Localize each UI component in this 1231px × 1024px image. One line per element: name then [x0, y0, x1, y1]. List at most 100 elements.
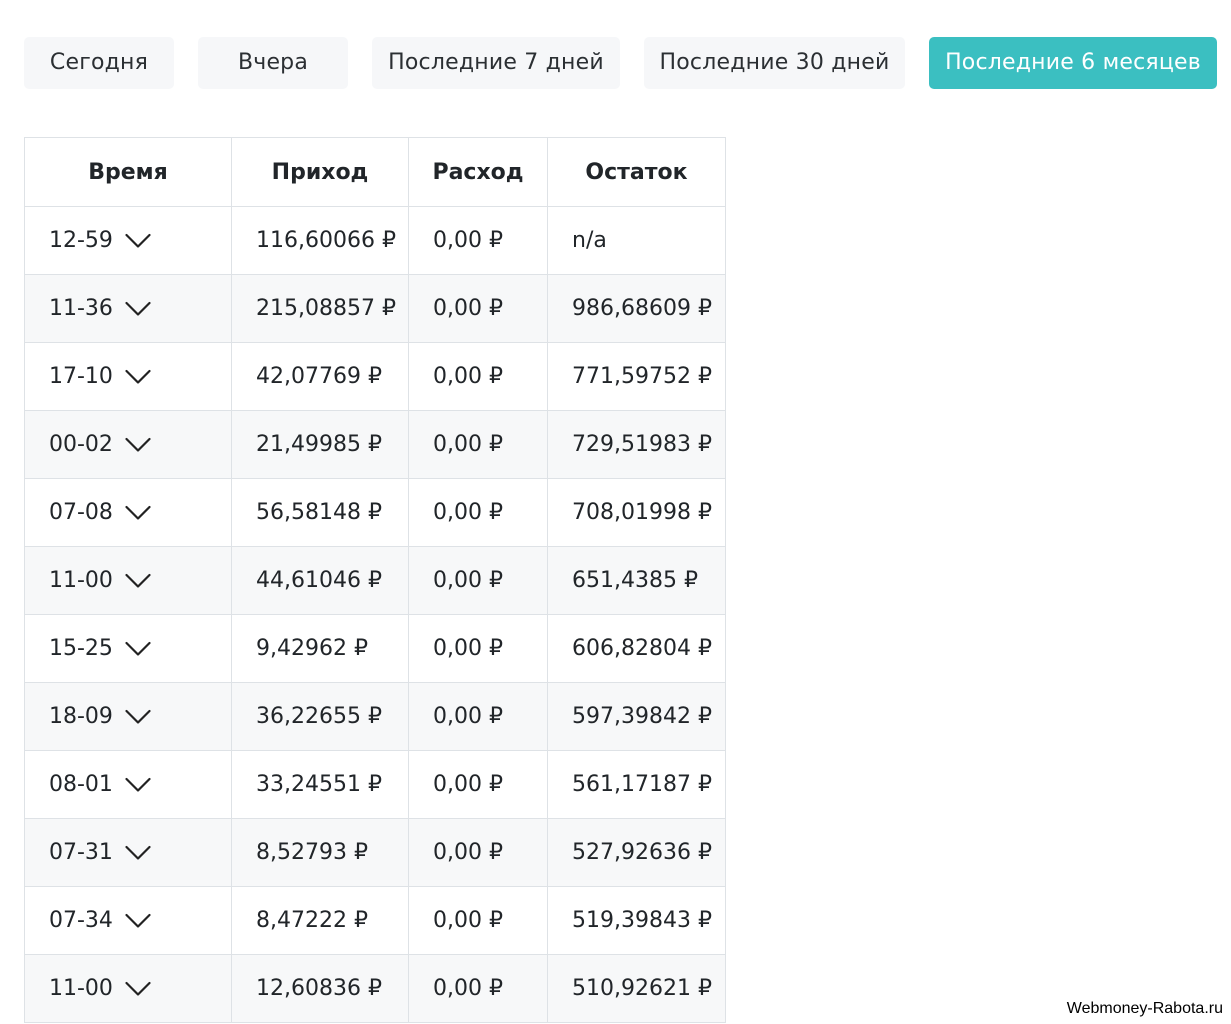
chevron-down-icon[interactable] [125, 301, 151, 317]
time-wrap: 18-09 [49, 704, 151, 729]
time-wrap: 00-02 [49, 432, 151, 457]
expense-cell: 0,00 ₽ [408, 206, 548, 275]
balance-cell: 510,92621 ₽ [547, 954, 726, 1023]
income-cell: 215,08857 ₽ [231, 274, 409, 343]
balance-cell: 561,17187 ₽ [547, 750, 726, 819]
time-text: 11-00 [49, 568, 113, 593]
time-cell: 17-10 [24, 342, 232, 411]
expense-cell: 0,00 ₽ [408, 274, 548, 343]
expense-cell: 0,00 ₽ [408, 886, 548, 955]
income-cell: 44,61046 ₽ [231, 546, 409, 615]
filter-yesterday-button[interactable]: Вчера [198, 37, 348, 89]
time-cell: 11-00 [24, 954, 232, 1023]
chevron-down-icon[interactable] [125, 369, 151, 385]
filter-last-6-months-button[interactable]: Последние 6 месяцев [929, 37, 1217, 89]
chevron-down-icon[interactable] [125, 233, 151, 249]
time-text: 11-00 [49, 976, 113, 1001]
income-cell: 116,60066 ₽ [231, 206, 409, 275]
balance-cell: 519,39843 ₽ [547, 886, 726, 955]
balance-cell: 729,51983 ₽ [547, 410, 726, 479]
time-wrap: 08-01 [49, 772, 151, 797]
chevron-down-icon[interactable] [125, 913, 151, 929]
table-row: 07-34 8,47222 ₽0,00 ₽519,39843 ₽ [24, 886, 726, 955]
time-text: 07-08 [49, 500, 113, 525]
time-text: 15-25 [49, 636, 113, 661]
table-row: 15-25 9,42962 ₽0,00 ₽606,82804 ₽ [24, 614, 726, 683]
table-row: 17-10 42,07769 ₽0,00 ₽771,59752 ₽ [24, 342, 726, 411]
income-cell: 8,52793 ₽ [231, 818, 409, 887]
expense-cell: 0,00 ₽ [408, 342, 548, 411]
balance-cell: 606,82804 ₽ [547, 614, 726, 683]
table-row: 00-02 21,49985 ₽0,00 ₽729,51983 ₽ [24, 410, 726, 479]
filter-last-7-days-button[interactable]: Последние 7 дней [372, 37, 620, 89]
balance-cell: 986,68609 ₽ [547, 274, 726, 343]
balance-cell: 527,92636 ₽ [547, 818, 726, 887]
chevron-down-icon[interactable] [125, 573, 151, 589]
time-wrap: 07-31 [49, 840, 151, 865]
time-cell: 15-25 [24, 614, 232, 683]
time-wrap: 07-34 [49, 908, 151, 933]
income-cell: 36,22655 ₽ [231, 682, 409, 751]
time-text: 07-31 [49, 840, 113, 865]
transactions-table: Время Приход Расход Остаток 12-59 116,600… [24, 137, 726, 1023]
income-cell: 33,24551 ₽ [231, 750, 409, 819]
table-row: 11-00 12,60836 ₽0,00 ₽510,92621 ₽ [24, 954, 726, 1023]
chevron-down-icon[interactable] [125, 641, 151, 657]
table-header: Время Приход Расход Остаток [24, 137, 726, 207]
expense-cell: 0,00 ₽ [408, 546, 548, 615]
time-cell: 18-09 [24, 682, 232, 751]
table-row: 07-08 56,58148 ₽0,00 ₽708,01998 ₽ [24, 478, 726, 547]
income-cell: 8,47222 ₽ [231, 886, 409, 955]
income-cell: 56,58148 ₽ [231, 478, 409, 547]
table-row: 11-36 215,08857 ₽0,00 ₽986,68609 ₽ [24, 274, 726, 343]
time-cell: 07-34 [24, 886, 232, 955]
time-wrap: 17-10 [49, 364, 151, 389]
time-wrap: 15-25 [49, 636, 151, 661]
income-cell: 9,42962 ₽ [231, 614, 409, 683]
balance-cell: 708,01998 ₽ [547, 478, 726, 547]
table-row: 11-00 44,61046 ₽0,00 ₽651,4385 ₽ [24, 546, 726, 615]
time-text: 12-59 [49, 228, 113, 253]
column-header-balance: Остаток [547, 137, 726, 207]
time-wrap: 11-00 [49, 976, 151, 1001]
chevron-down-icon[interactable] [125, 437, 151, 453]
balance-cell: 651,4385 ₽ [547, 546, 726, 615]
chevron-down-icon[interactable] [125, 777, 151, 793]
income-cell: 21,49985 ₽ [231, 410, 409, 479]
table-row: 12-59 116,60066 ₽0,00 ₽ n/a [24, 206, 726, 275]
time-wrap: 12-59 [49, 228, 151, 253]
time-text: 11-36 [49, 296, 113, 321]
chevron-down-icon[interactable] [125, 845, 151, 861]
time-cell: 07-31 [24, 818, 232, 887]
time-cell: 07-08 [24, 478, 232, 547]
time-text: 07-34 [49, 908, 113, 933]
time-cell: 08-01 [24, 750, 232, 819]
balance-cell: 597,39842 ₽ [547, 682, 726, 751]
expense-cell: 0,00 ₽ [408, 954, 548, 1023]
expense-cell: 0,00 ₽ [408, 818, 548, 887]
chevron-down-icon[interactable] [125, 709, 151, 725]
table-row: 07-31 8,52793 ₽0,00 ₽527,92636 ₽ [24, 818, 726, 887]
chevron-down-icon[interactable] [125, 981, 151, 997]
time-text: 17-10 [49, 364, 113, 389]
column-header-time: Время [24, 137, 232, 207]
time-wrap: 07-08 [49, 500, 151, 525]
expense-cell: 0,00 ₽ [408, 682, 548, 751]
expense-cell: 0,00 ₽ [408, 614, 548, 683]
time-text: 00-02 [49, 432, 113, 457]
time-text: 08-01 [49, 772, 113, 797]
table-row: 18-09 36,22655 ₽0,00 ₽597,39842 ₽ [24, 682, 726, 751]
time-wrap: 11-00 [49, 568, 151, 593]
expense-cell: 0,00 ₽ [408, 478, 548, 547]
table-row: 08-01 33,24551 ₽0,00 ₽561,17187 ₽ [24, 750, 726, 819]
filter-today-button[interactable]: Сегодня [24, 37, 174, 89]
chevron-down-icon[interactable] [125, 505, 151, 521]
income-cell: 12,60836 ₽ [231, 954, 409, 1023]
table-header-row: Время Приход Расход Остаток [24, 137, 726, 207]
income-cell: 42,07769 ₽ [231, 342, 409, 411]
filter-last-30-days-button[interactable]: Последние 30 дней [644, 37, 905, 89]
time-cell: 11-00 [24, 546, 232, 615]
column-header-expense: Расход [408, 137, 548, 207]
expense-cell: 0,00 ₽ [408, 410, 548, 479]
watermark: Webmoney-Rabota.ru [1066, 1000, 1223, 1017]
